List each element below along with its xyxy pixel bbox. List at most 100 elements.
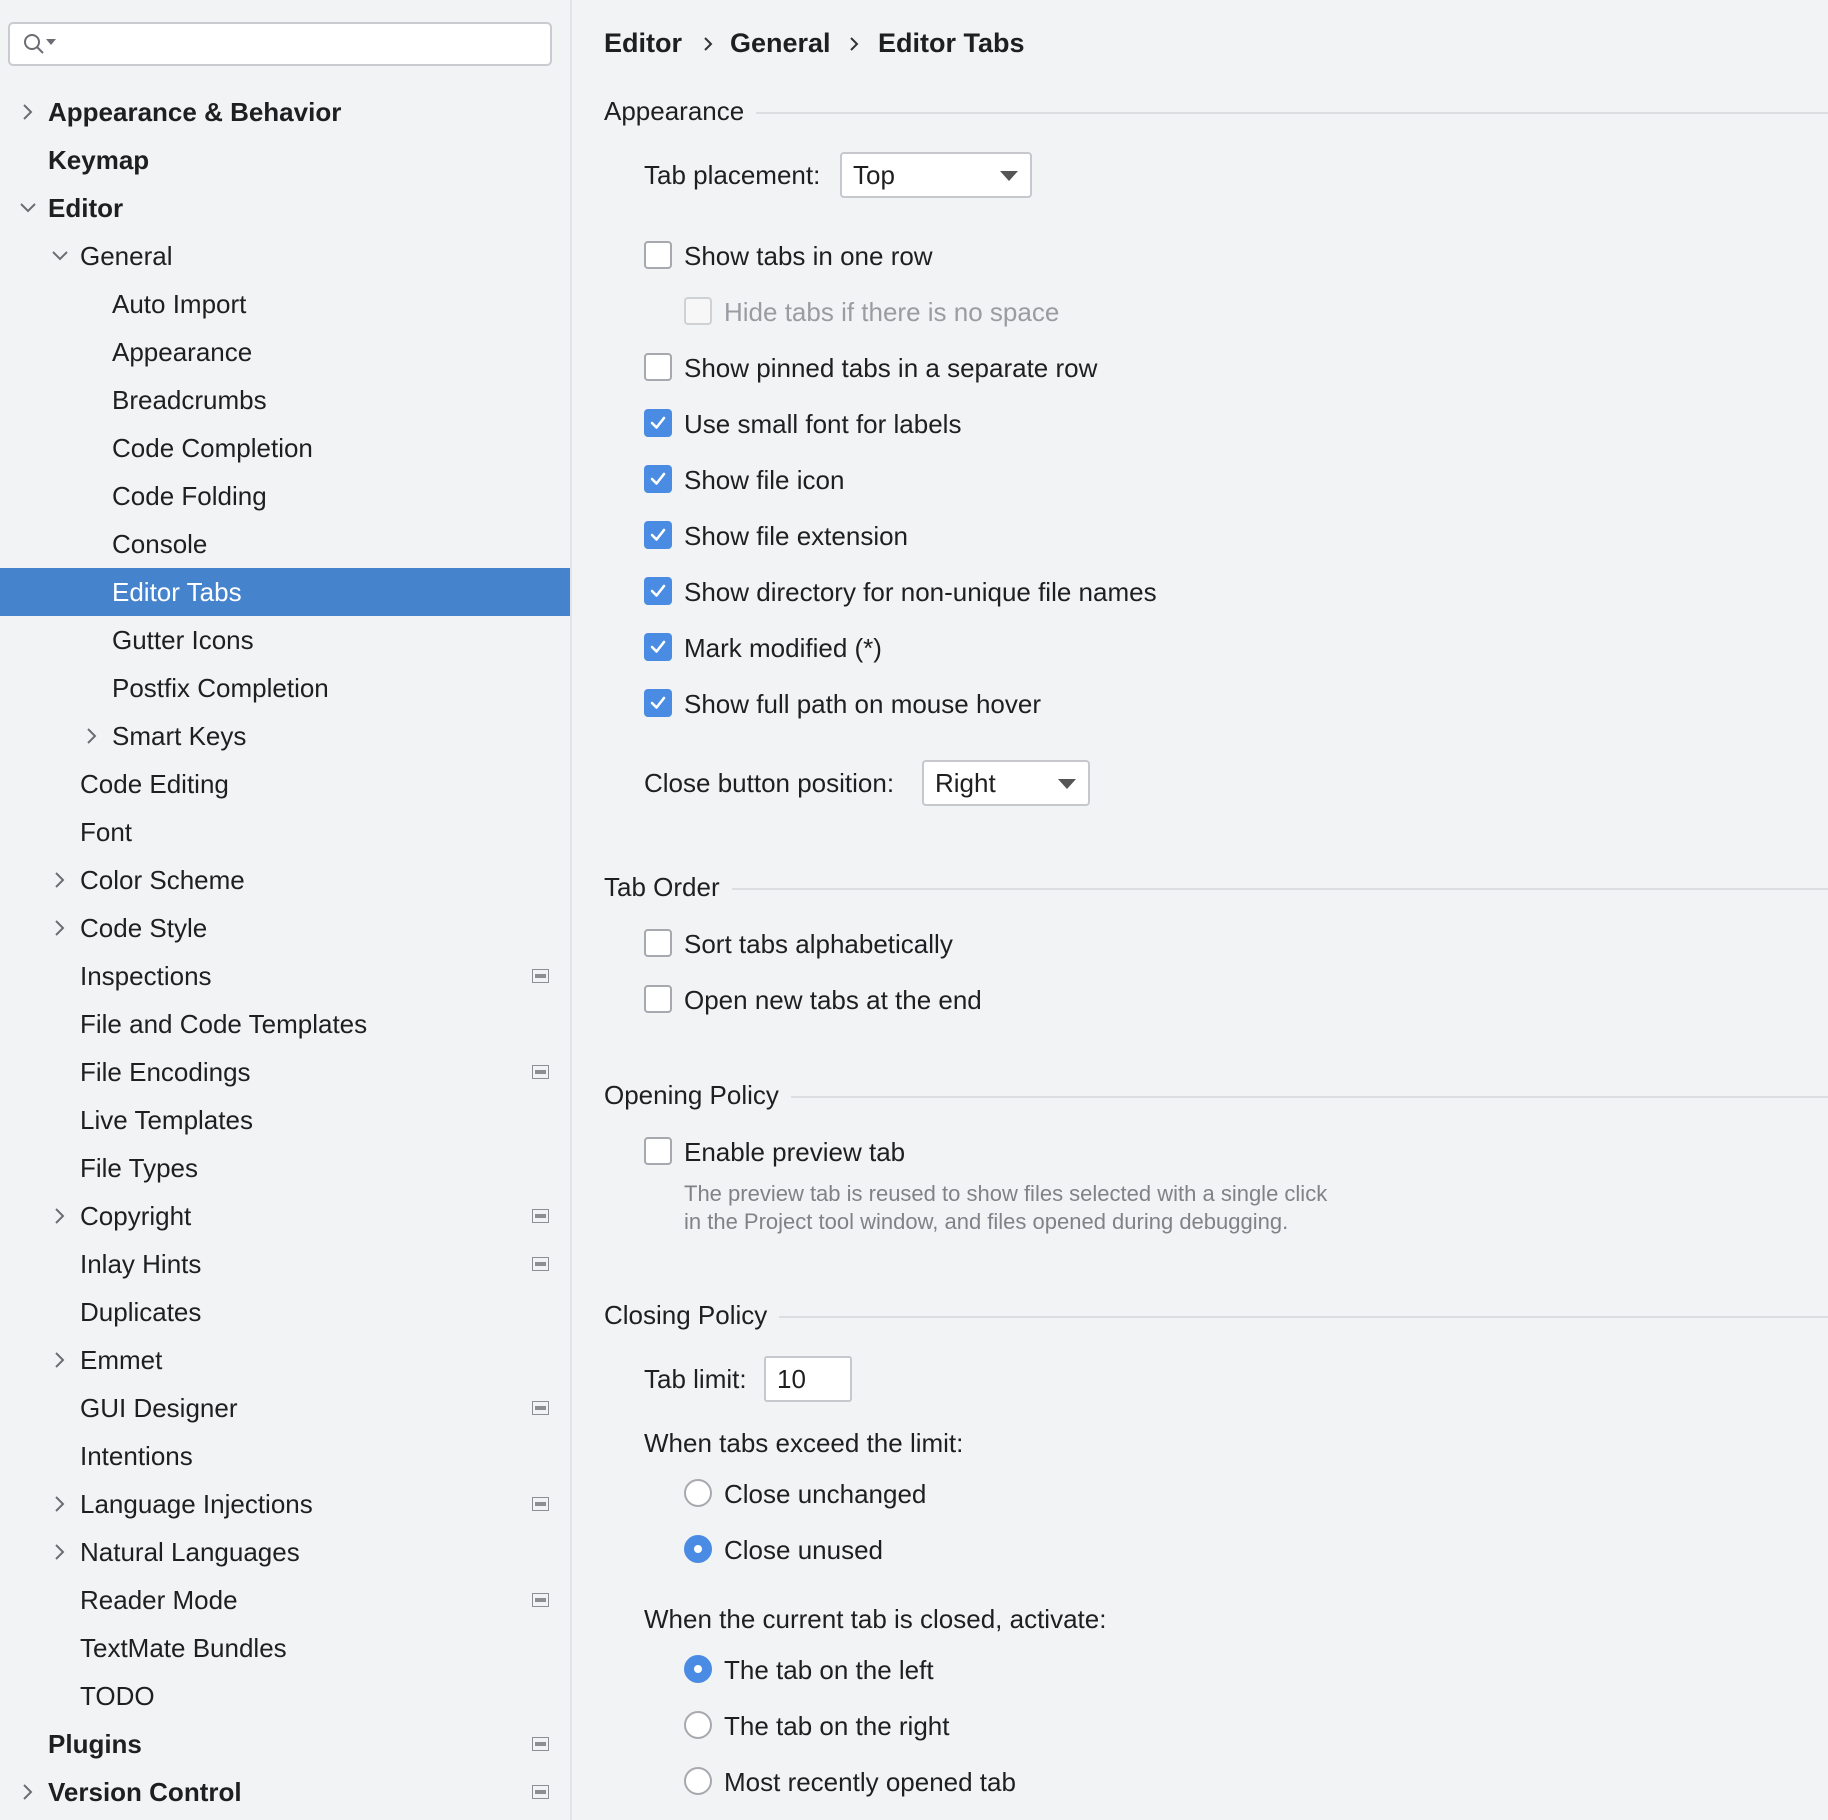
sidebar-item-textmate-bundles[interactable]: TextMate Bundles: [0, 1624, 570, 1672]
sidebar-item-reader-mode[interactable]: Reader Mode: [0, 1576, 570, 1624]
sidebar-item-code-completion[interactable]: Code Completion: [0, 424, 570, 472]
show-tabs-in-one-row-checkbox[interactable]: Show tabs in one row: [644, 238, 1444, 274]
mark-modified-checkbox[interactable]: Mark modified (*): [644, 630, 1444, 666]
checkbox-box[interactable]: [644, 353, 672, 381]
sidebar-item-label: Natural Languages: [80, 1537, 300, 1567]
show-file-extension-checkbox[interactable]: Show file extension: [644, 518, 1444, 554]
sidebar-item-gui-designer[interactable]: GUI Designer: [0, 1384, 570, 1432]
show-full-path-on-mouse-hover-checkbox[interactable]: Show full path on mouse hover: [644, 686, 1444, 722]
enable-preview-tab-checkbox[interactable]: Enable preview tab: [644, 1134, 1144, 1170]
show-pinned-tabs-in-a-separate-row-checkbox[interactable]: Show pinned tabs in a separate row: [644, 350, 1444, 386]
chevron-right-icon[interactable]: [18, 102, 38, 122]
sidebar-item-todo[interactable]: TODO: [0, 1672, 570, 1720]
checkbox-box[interactable]: [644, 633, 672, 661]
sidebar-item-label: Breadcrumbs: [112, 385, 267, 415]
sidebar-item-postfix-completion[interactable]: Postfix Completion: [0, 664, 570, 712]
sidebar-item-appearance-behavior[interactable]: Appearance & Behavior: [0, 88, 570, 136]
chevron-right-icon[interactable]: [50, 1350, 70, 1370]
sidebar-item-file-and-code-templates[interactable]: File and Code Templates: [0, 1000, 570, 1048]
radio-button[interactable]: [684, 1479, 712, 1507]
sidebar-item-code-folding[interactable]: Code Folding: [0, 472, 570, 520]
chevron-right-icon[interactable]: [50, 918, 70, 938]
sidebar-item-file-types[interactable]: File Types: [0, 1144, 570, 1192]
checkbox-box[interactable]: [644, 689, 672, 717]
sidebar-item-language-injections[interactable]: Language Injections: [0, 1480, 570, 1528]
open-new-tabs-at-the-end-checkbox[interactable]: Open new tabs at the end: [644, 982, 1444, 1018]
checkbox-box[interactable]: [644, 409, 672, 437]
sidebar-item-breadcrumbs[interactable]: Breadcrumbs: [0, 376, 570, 424]
checkbox-box[interactable]: [644, 241, 672, 269]
sidebar-item-file-encodings[interactable]: File Encodings: [0, 1048, 570, 1096]
breadcrumb-item-editor[interactable]: Editor: [604, 28, 682, 59]
sidebar-item-editor[interactable]: Editor: [0, 184, 570, 232]
search-input[interactable]: [64, 28, 538, 62]
close-button-position-dropdown[interactable]: Right: [922, 760, 1090, 806]
sidebar-item-plugins[interactable]: Plugins: [0, 1720, 570, 1768]
checkbox-label: Show file icon: [684, 465, 845, 495]
chevron-right-icon[interactable]: [50, 1494, 70, 1514]
sidebar-item-code-editing[interactable]: Code Editing: [0, 760, 570, 808]
sidebar-item-console[interactable]: Console: [0, 520, 570, 568]
checkbox-box[interactable]: [644, 521, 672, 549]
sidebar-item-label: TODO: [80, 1681, 155, 1711]
breadcrumb-item-general[interactable]: General: [730, 28, 831, 59]
checkbox-box[interactable]: [644, 1137, 672, 1165]
sidebar-item-auto-import[interactable]: Auto Import: [0, 280, 570, 328]
show-directory-for-non-unique-file-names-checkbox[interactable]: Show directory for non-unique file names: [644, 574, 1444, 610]
chevron-down-icon[interactable]: [50, 246, 70, 266]
tab-limit-input[interactable]: 10: [764, 1356, 852, 1402]
sidebar-item-label: Code Folding: [112, 481, 267, 511]
sidebar-item-duplicates[interactable]: Duplicates: [0, 1288, 570, 1336]
radio-button[interactable]: [684, 1655, 712, 1683]
the-tab-on-the-left-radio[interactable]: The tab on the left: [684, 1652, 1284, 1688]
sidebar-item-version-control[interactable]: Version Control: [0, 1768, 570, 1816]
checkbox-box[interactable]: [644, 465, 672, 493]
sidebar-item-copyright[interactable]: Copyright: [0, 1192, 570, 1240]
sidebar-item-editor-tabs[interactable]: Editor Tabs: [0, 568, 570, 616]
sidebar-item-general[interactable]: General: [0, 232, 570, 280]
sort-tabs-alphabetically-checkbox[interactable]: Sort tabs alphabetically: [644, 926, 1444, 962]
radio-button[interactable]: [684, 1535, 712, 1563]
checkbox-box[interactable]: [644, 985, 672, 1013]
search-field[interactable]: [8, 22, 552, 66]
chevron-right-icon[interactable]: [50, 1542, 70, 1562]
radio-button[interactable]: [684, 1711, 712, 1739]
checkbox-box[interactable]: [644, 577, 672, 605]
search-history-dropdown-icon[interactable]: [46, 39, 56, 47]
sidebar-item-intentions[interactable]: Intentions: [0, 1432, 570, 1480]
sidebar-item-keymap[interactable]: Keymap: [0, 136, 570, 184]
checkbox-box[interactable]: [644, 929, 672, 957]
exceed-limit-label: When tabs exceed the limit:: [644, 1428, 964, 1458]
chevron-down-icon[interactable]: [18, 198, 38, 218]
chevron-right-icon[interactable]: [82, 726, 102, 746]
show-file-icon-checkbox[interactable]: Show file icon: [644, 462, 1444, 498]
sidebar-item-font[interactable]: Font: [0, 808, 570, 856]
sidebar-item-smart-keys[interactable]: Smart Keys: [0, 712, 570, 760]
sidebar-item-gutter-icons[interactable]: Gutter Icons: [0, 616, 570, 664]
sidebar-item-appearance[interactable]: Appearance: [0, 328, 570, 376]
chevron-right-icon[interactable]: [50, 1206, 70, 1226]
sidebar-item-label: Code Style: [80, 913, 208, 943]
most-recently-opened-tab-radio[interactable]: Most recently opened tab: [684, 1764, 1284, 1800]
sidebar-item-emmet[interactable]: Emmet: [0, 1336, 570, 1384]
sidebar-item-live-templates[interactable]: Live Templates: [0, 1096, 570, 1144]
sidebar-item-inspections[interactable]: Inspections: [0, 952, 570, 1000]
sidebar-item-code-style[interactable]: Code Style: [0, 904, 570, 952]
close-unchanged-radio[interactable]: Close unchanged: [684, 1476, 1284, 1512]
chevron-right-icon[interactable]: [18, 1782, 38, 1802]
tab-limit-label: Tab limit:: [644, 1364, 747, 1394]
the-tab-on-the-right-radio[interactable]: The tab on the right: [684, 1708, 1284, 1744]
chevron-right-icon[interactable]: [50, 870, 70, 890]
sidebar-item-label: Reader Mode: [80, 1585, 238, 1615]
radio-label: The tab on the right: [724, 1711, 950, 1741]
sidebar-item-label: Appearance & Behavior: [48, 97, 342, 127]
sidebar-item-natural-languages[interactable]: Natural Languages: [0, 1528, 570, 1576]
radio-button[interactable]: [684, 1767, 712, 1795]
tab-placement-dropdown[interactable]: Top: [840, 152, 1032, 198]
checkbox-label: Show file extension: [684, 521, 909, 551]
sidebar-item-label: GUI Designer: [80, 1393, 238, 1423]
sidebar-item-inlay-hints[interactable]: Inlay Hints: [0, 1240, 570, 1288]
close-unused-radio[interactable]: Close unused: [684, 1532, 1284, 1568]
sidebar-item-color-scheme[interactable]: Color Scheme: [0, 856, 570, 904]
use-small-font-for-labels-checkbox[interactable]: Use small font for labels: [644, 406, 1444, 442]
